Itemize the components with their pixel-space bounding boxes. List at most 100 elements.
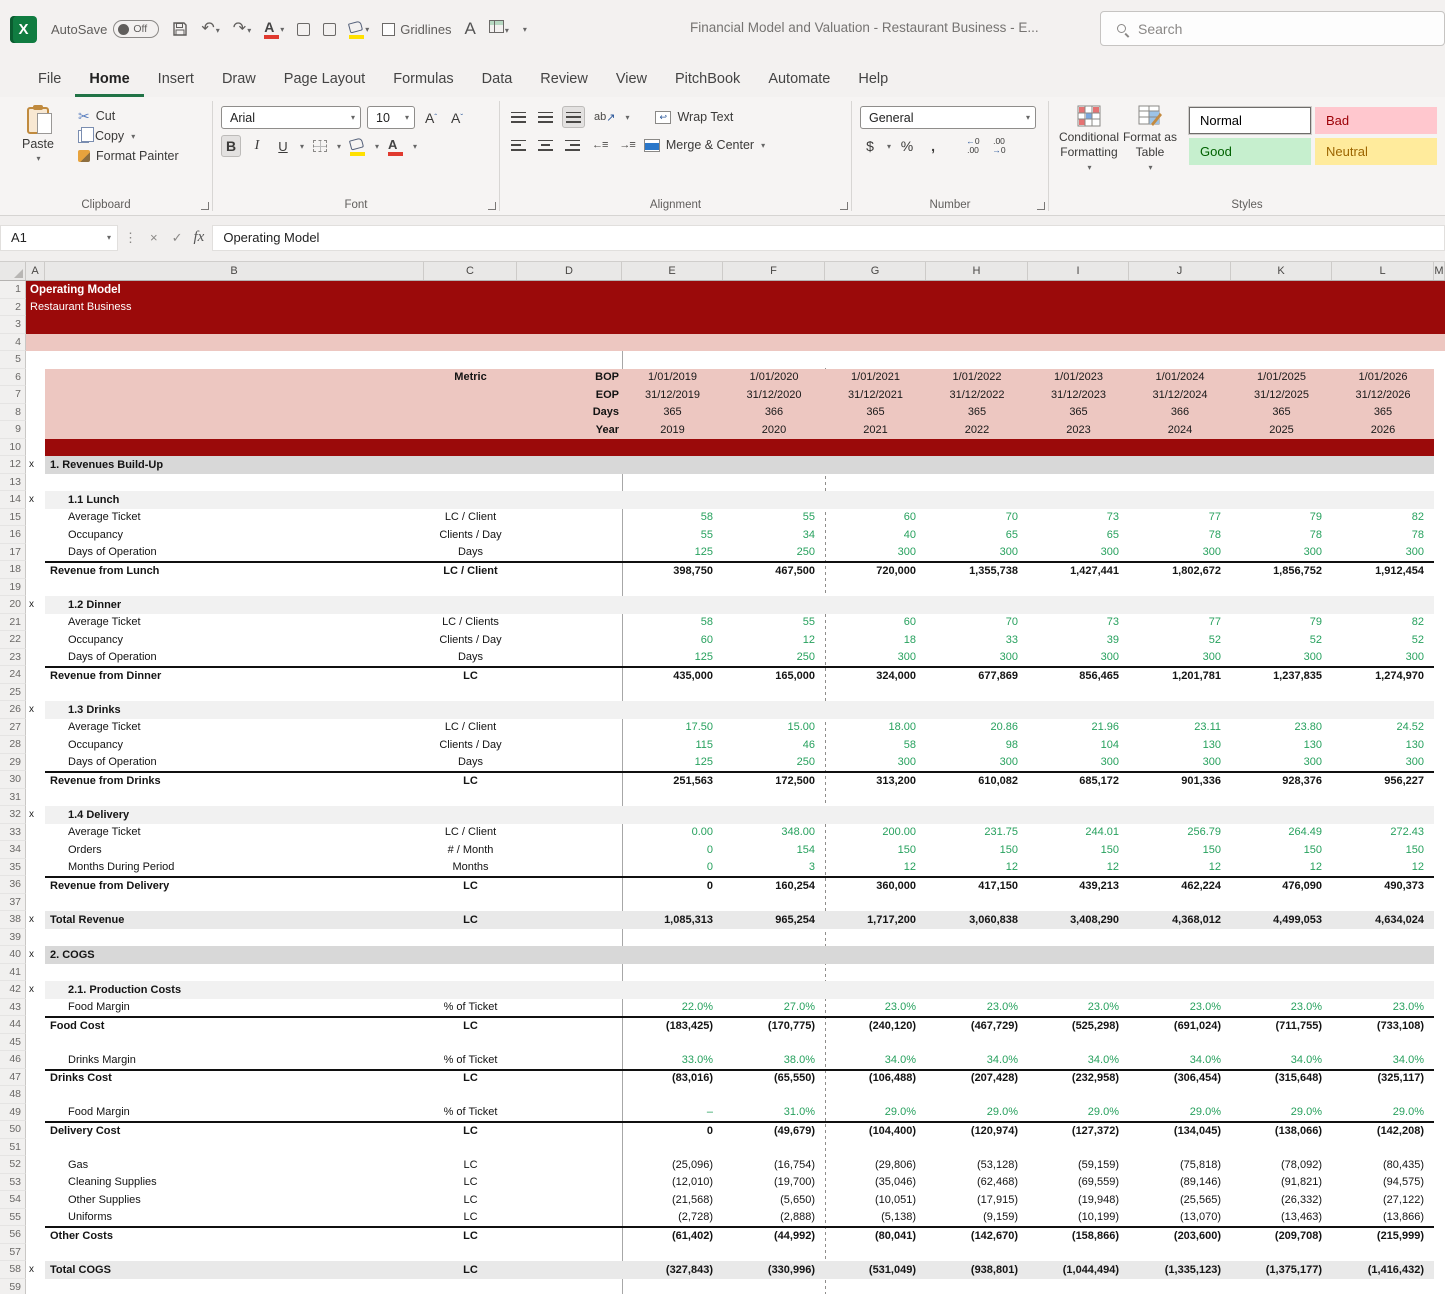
tab-help[interactable]: Help — [844, 63, 902, 97]
cell-B23[interactable]: Days of Operation — [45, 649, 424, 667]
cell-H36[interactable]: 417,150 — [926, 878, 1028, 894]
cell-J27[interactable]: 23.11 — [1129, 719, 1231, 737]
row-header-55[interactable]: 55 — [0, 1209, 26, 1227]
cell-E33[interactable]: 0.00 — [622, 824, 723, 842]
cell-L35[interactable]: 12 — [1332, 859, 1434, 877]
cell-H17[interactable]: 300 — [926, 544, 1028, 562]
cell-A24[interactable] — [26, 666, 45, 684]
row-header-23[interactable]: 23 — [0, 649, 26, 667]
cell-D54[interactable] — [517, 1191, 622, 1209]
cell-A42[interactable]: x — [26, 981, 45, 999]
cell-J23[interactable]: 300 — [1129, 649, 1231, 667]
cell-F8[interactable]: 366 — [723, 404, 825, 422]
cell-G7[interactable]: 31/12/2021 — [825, 386, 926, 404]
row-header-21[interactable]: 21 — [0, 614, 26, 632]
row-header-15[interactable]: 15 — [0, 509, 26, 527]
underline-button[interactable]: U — [273, 135, 293, 157]
cell-F56[interactable]: (44,992) — [723, 1228, 825, 1244]
cell-B43[interactable]: Food Margin — [45, 999, 424, 1017]
cell-D46[interactable] — [517, 1051, 622, 1069]
cell-G15[interactable]: 60 — [825, 509, 926, 527]
cell-J28[interactable]: 130 — [1129, 736, 1231, 754]
fill-color-button[interactable]: ▾ — [349, 19, 369, 39]
cell-D27[interactable] — [517, 719, 622, 737]
cell-K7[interactable]: 31/12/2025 — [1231, 386, 1332, 404]
cell-K18[interactable]: 1,856,752 — [1231, 563, 1332, 579]
cell-F36[interactable]: 160,254 — [723, 878, 825, 894]
cell-I44[interactable]: (525,298) — [1028, 1018, 1129, 1034]
cell-H16[interactable]: 65 — [926, 526, 1028, 544]
row-header-16[interactable]: 16 — [0, 526, 26, 544]
cell-M40[interactable] — [1434, 946, 1445, 964]
cell-A52[interactable] — [26, 1156, 45, 1174]
cell-G30[interactable]: 313,200 — [825, 773, 926, 789]
cell-M32[interactable] — [1434, 806, 1445, 824]
cell-D50[interactable] — [517, 1123, 622, 1139]
row-header-47[interactable]: 47 — [0, 1069, 26, 1087]
cell-E50[interactable]: 0 — [622, 1123, 723, 1139]
cell-A6[interactable] — [26, 369, 45, 387]
cell-A34[interactable] — [26, 841, 45, 859]
cell-A50[interactable] — [26, 1121, 45, 1139]
cell-H52[interactable]: (53,128) — [926, 1156, 1028, 1174]
row-header-4[interactable]: 4 — [0, 334, 26, 352]
cell-M42[interactable] — [1434, 981, 1445, 999]
cell-G43[interactable]: 23.0% — [825, 999, 926, 1017]
cell-A51[interactable] — [26, 1139, 45, 1157]
cell-L23[interactable]: 300 — [1332, 649, 1434, 667]
cell-I53[interactable]: (69,559) — [1028, 1174, 1129, 1192]
cell-F58[interactable]: (330,996) — [723, 1261, 825, 1279]
undo-button[interactable]: ↶▾ — [201, 20, 219, 38]
cell-F43[interactable]: 27.0% — [723, 999, 825, 1017]
gridlines-checkbox[interactable] — [382, 23, 395, 36]
row-header-1[interactable]: 1 — [0, 281, 26, 299]
cell-B53[interactable]: Cleaning Supplies — [45, 1174, 424, 1192]
row-header-40[interactable]: 40 — [0, 946, 26, 964]
cell-M38[interactable] — [1434, 911, 1445, 929]
cell-E23[interactable]: 125 — [622, 649, 723, 667]
cell-A16[interactable] — [26, 526, 45, 544]
cell-L28[interactable]: 130 — [1332, 736, 1434, 754]
cell-C20[interactable] — [424, 596, 517, 614]
cell-G55[interactable]: (5,138) — [825, 1209, 926, 1227]
cell-A3[interactable] — [26, 316, 1445, 334]
row-header-25[interactable]: 25 — [0, 684, 26, 702]
column-header-G[interactable]: G — [825, 262, 926, 280]
cell-K43[interactable]: 23.0% — [1231, 999, 1332, 1017]
cell-E15[interactable]: 58 — [622, 509, 723, 527]
cell-D23[interactable] — [517, 649, 622, 667]
cell-E52[interactable]: (25,096) — [622, 1156, 723, 1174]
cell-M17[interactable] — [1434, 544, 1445, 562]
cell-G36[interactable]: 360,000 — [825, 878, 926, 894]
cell-B15[interactable]: Average Ticket — [45, 509, 424, 527]
cell-A2[interactable]: Restaurant Business — [26, 299, 1445, 317]
cell-A27[interactable] — [26, 719, 45, 737]
cell-A45[interactable] — [26, 1034, 45, 1052]
merge-center-button[interactable]: Merge & Center▾ — [644, 138, 765, 152]
row-header-8[interactable]: 8 — [0, 404, 26, 422]
column-header-E[interactable]: E — [622, 262, 723, 280]
cell-M56[interactable] — [1434, 1226, 1445, 1244]
row-header-37[interactable]: 37 — [0, 894, 26, 912]
cell-J50[interactable]: (134,045) — [1129, 1123, 1231, 1139]
cell-F6[interactable]: 1/01/2020 — [723, 369, 825, 387]
cell-L33[interactable]: 272.43 — [1332, 824, 1434, 842]
cell-M15[interactable] — [1434, 509, 1445, 527]
cell-A20[interactable]: x — [26, 596, 45, 614]
cell-G35[interactable]: 12 — [825, 859, 926, 877]
cell-B21[interactable]: Average Ticket — [45, 614, 424, 632]
cell-A22[interactable] — [26, 631, 45, 649]
cell-M13[interactable] — [1434, 474, 1445, 492]
row-header-27[interactable]: 27 — [0, 719, 26, 737]
format-painter-button[interactable]: Format Painter — [78, 149, 179, 163]
cell-A12[interactable]: x — [26, 456, 45, 474]
cell-M34[interactable] — [1434, 841, 1445, 859]
cell-A19[interactable] — [26, 579, 45, 597]
cell-I28[interactable]: 104 — [1028, 736, 1129, 754]
cell-A30[interactable] — [26, 771, 45, 789]
font-name-select[interactable]: Arial▾ — [221, 106, 361, 129]
cell-L56[interactable]: (215,999) — [1332, 1228, 1434, 1244]
cell-M9[interactable] — [1434, 421, 1445, 439]
cell-M50[interactable] — [1434, 1121, 1445, 1139]
row-header-22[interactable]: 22 — [0, 631, 26, 649]
